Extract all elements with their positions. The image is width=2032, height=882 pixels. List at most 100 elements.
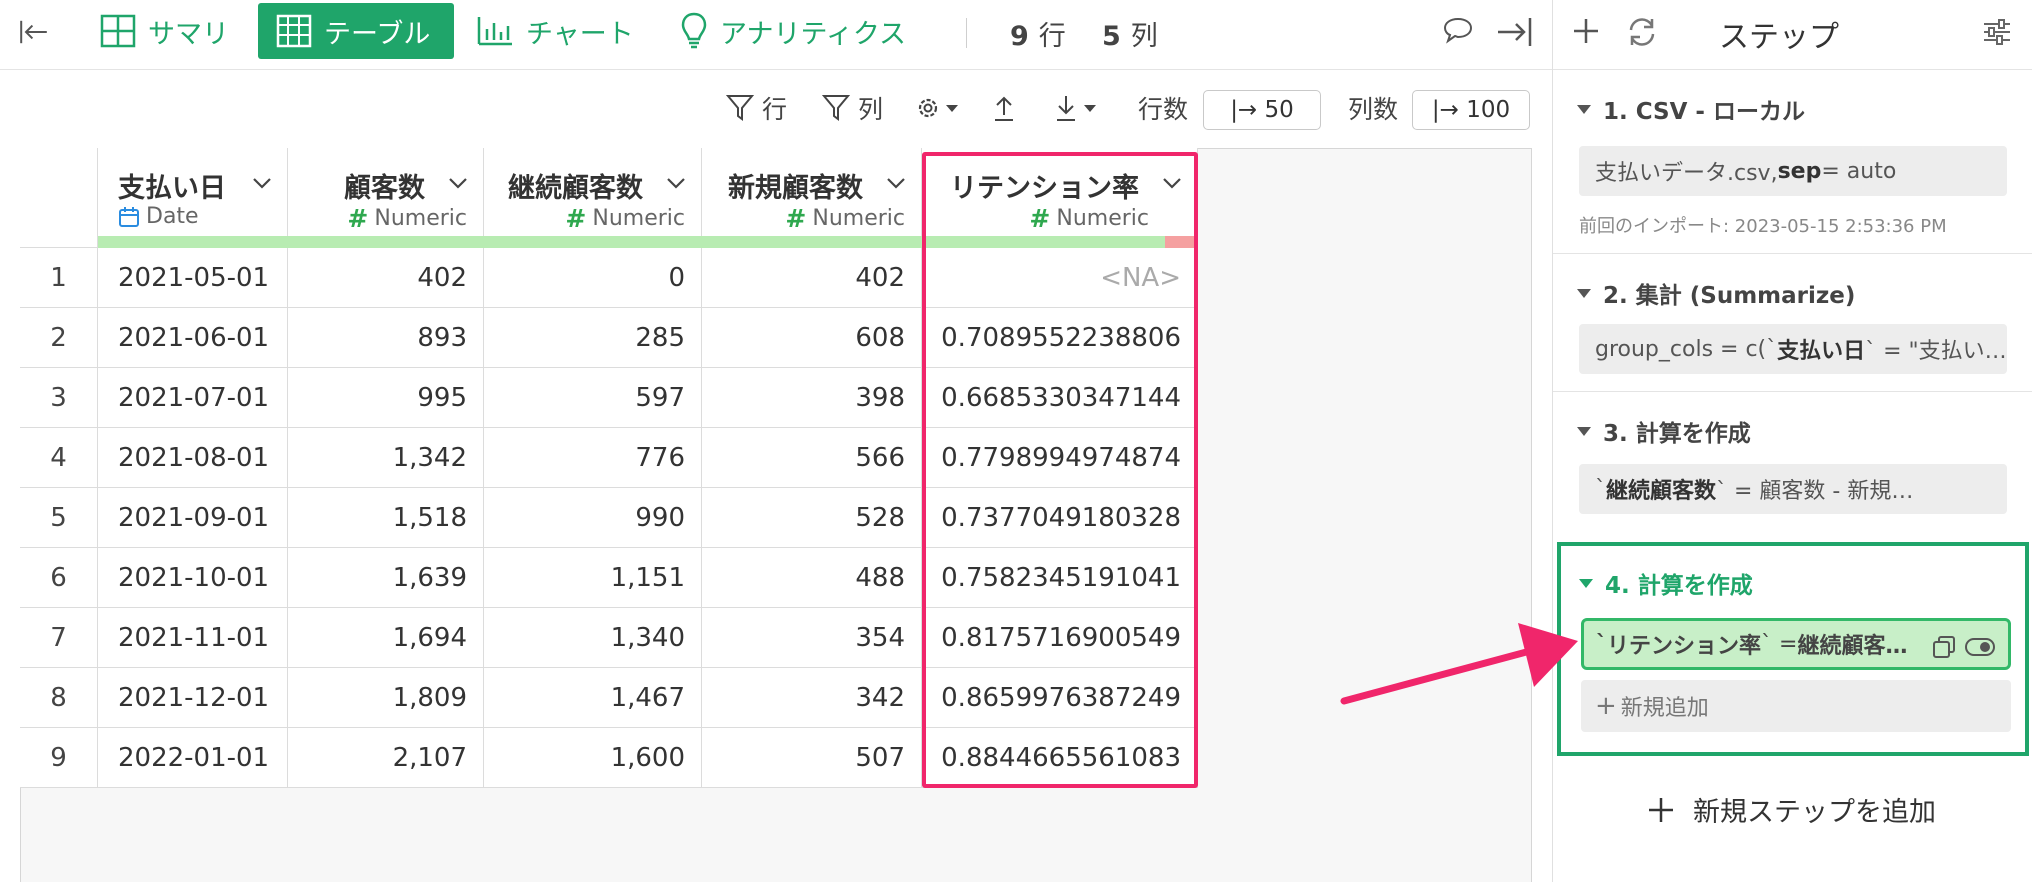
collapse-left-button[interactable] — [18, 10, 62, 54]
sliders-icon[interactable] — [1981, 16, 2013, 48]
table-cell[interactable]: 402 — [702, 248, 922, 308]
chevron-down-icon[interactable] — [885, 172, 907, 194]
table-cell[interactable]: 1,639 — [288, 548, 484, 608]
row-index: 1 — [20, 248, 98, 308]
table-cell[interactable]: 2021-08-01 — [98, 428, 288, 488]
column-type-label: Numeric — [812, 206, 905, 231]
step-1-cmd-b: sep — [1777, 158, 1822, 184]
step-1-title-text: 1. CSV - ローカル — [1603, 99, 1805, 125]
table-cell[interactable]: 0.8844665561083 — [922, 728, 1198, 788]
column-type-label: Date — [146, 204, 199, 229]
table-cell[interactable]: 2021-09-01 — [98, 488, 288, 548]
step-2-title[interactable]: 2. 集計 (Summarize) — [1577, 276, 1855, 310]
filter-cols-button[interactable]: 列 — [822, 90, 883, 126]
step-2-title-text: 2. 集計 (Summarize) — [1603, 283, 1856, 309]
step-3-title[interactable]: 3. 計算を作成 — [1577, 414, 1751, 448]
chevron-down-icon[interactable] — [1161, 172, 1183, 194]
table-cell[interactable]: 2021-10-01 — [98, 548, 288, 608]
table-cell[interactable]: 488 — [702, 548, 922, 608]
settings-dropdown[interactable] — [914, 90, 972, 126]
column-header[interactable]: 継続顧客数 # Numeric — [484, 148, 702, 248]
table-cell[interactable]: 354 — [702, 608, 922, 668]
table-cell[interactable]: 2,107 — [288, 728, 484, 788]
table-cell[interactable]: <NA> — [922, 248, 1198, 308]
plus-icon[interactable] — [1571, 16, 1601, 46]
table-cell[interactable]: 2022-01-01 — [98, 728, 288, 788]
table-cell[interactable]: 1,342 — [288, 428, 484, 488]
table-cell[interactable]: 608 — [702, 308, 922, 368]
table-cell[interactable]: 990 — [484, 488, 702, 548]
table-cell[interactable]: 1,467 — [484, 668, 702, 728]
table-cell[interactable]: 893 — [288, 308, 484, 368]
step-2[interactable]: 2. 集計 (Summarize) group_cols = c(` 支払い日 ` … — [1553, 254, 2032, 392]
comment-icon[interactable] — [1442, 14, 1474, 46]
upload-button[interactable] — [992, 90, 1024, 126]
table-cell[interactable]: 0.8175716900549 — [922, 608, 1198, 668]
table-cell[interactable]: 0.8659976387249 — [922, 668, 1198, 728]
step-1[interactable]: 1. CSV - ローカル 支払いデータ.csv, sep = auto 前回の… — [1553, 70, 2032, 254]
table-cell[interactable]: 2021-07-01 — [98, 368, 288, 428]
table-cell[interactable]: 566 — [702, 428, 922, 488]
column-type: # Numeric — [1029, 204, 1149, 233]
step-1-title[interactable]: 1. CSV - ローカル — [1577, 92, 1805, 126]
tab-analytics[interactable]: アナリティクス — [680, 3, 906, 59]
table-cell[interactable]: 2021-06-01 — [98, 308, 288, 368]
table-cell[interactable]: 285 — [484, 308, 702, 368]
table-cell[interactable]: 2021-05-01 — [98, 248, 288, 308]
step-1-command[interactable]: 支払いデータ.csv, sep = auto — [1579, 146, 2007, 196]
step-4-command[interactable]: ` リテンション率 ` = 継続顧客… — [1581, 618, 2011, 670]
tab-summary[interactable]: サマリ — [100, 3, 229, 59]
column-header[interactable]: 新規顧客数 # Numeric — [702, 148, 922, 248]
download-dropdown[interactable] — [1054, 90, 1112, 126]
step-4[interactable]: 4. 計算を作成 ` リテンション率 ` = 継続顧客… + 新規追加 — [1557, 542, 2029, 756]
table-cell[interactable]: 597 — [484, 368, 702, 428]
table-cell[interactable]: 2021-11-01 — [98, 608, 288, 668]
collapse-right-icon[interactable] — [1494, 12, 1534, 52]
tab-chart-label: チャート — [526, 18, 634, 50]
table-cell[interactable]: 995 — [288, 368, 484, 428]
table-cell[interactable]: 1,518 — [288, 488, 484, 548]
column-type-label: Numeric — [592, 206, 685, 231]
filter-icon — [726, 95, 754, 121]
table-cell[interactable]: 1,694 — [288, 608, 484, 668]
chevron-down-icon[interactable] — [447, 172, 469, 194]
table-cell[interactable]: 1,340 — [484, 608, 702, 668]
chevron-down-icon[interactable] — [251, 172, 273, 194]
column-header[interactable]: 支払い日 Date — [98, 148, 288, 248]
step-3[interactable]: 3. 計算を作成 ` 継続顧客数 ` = 顧客数 - 新規… — [1553, 392, 2032, 538]
add-new-button[interactable]: + 新規追加 — [1581, 680, 2011, 732]
table-cell[interactable]: 398 — [702, 368, 922, 428]
table-cell[interactable]: 1,151 — [484, 548, 702, 608]
refresh-icon[interactable] — [1625, 16, 1659, 48]
col-limit-input[interactable]: |→ 100 — [1412, 90, 1530, 130]
row-limit-input[interactable]: |→ 50 — [1203, 90, 1321, 130]
table-cell[interactable]: 0.6685330347144 — [922, 368, 1198, 428]
column-header[interactable]: 顧客数 # Numeric — [288, 148, 484, 248]
step-4-title[interactable]: 4. 計算を作成 — [1579, 566, 1753, 600]
filter-rows-button[interactable]: 行 — [726, 90, 787, 126]
table-cell[interactable]: 402 — [288, 248, 484, 308]
tab-chart[interactable]: チャート — [476, 3, 634, 59]
table-cell[interactable]: 0.7582345191041 — [922, 548, 1198, 608]
column-header[interactable]: リテンション率 # Numeric — [922, 148, 1198, 248]
table-cell[interactable]: 0 — [484, 248, 702, 308]
tab-table[interactable]: テーブル — [258, 3, 454, 59]
filter-rows-label: 行 — [762, 95, 788, 124]
copy-icon[interactable] — [1932, 635, 1956, 659]
step-3-command[interactable]: ` 継続顧客数 ` = 顧客数 - 新規… — [1579, 464, 2007, 514]
row-count-value: 9 — [1010, 21, 1029, 52]
table-cell[interactable]: 0.7798994974874 — [922, 428, 1198, 488]
table-cell[interactable]: 528 — [702, 488, 922, 548]
table-cell[interactable]: 2021-12-01 — [98, 668, 288, 728]
table-cell[interactable]: 507 — [702, 728, 922, 788]
chevron-down-icon[interactable] — [665, 172, 687, 194]
table-cell[interactable]: 1,809 — [288, 668, 484, 728]
toggle-icon[interactable] — [1964, 635, 1996, 659]
table-cell[interactable]: 342 — [702, 668, 922, 728]
table-cell[interactable]: 0.7089552238806 — [922, 308, 1198, 368]
step-2-command[interactable]: group_cols = c(` 支払い日 ` = "支払い… — [1579, 324, 2007, 374]
table-cell[interactable]: 776 — [484, 428, 702, 488]
table-cell[interactable]: 1,600 — [484, 728, 702, 788]
table-cell[interactable]: 0.7377049180328 — [922, 488, 1198, 548]
add-step-button[interactable]: 新規ステップを追加 — [1647, 790, 1936, 829]
